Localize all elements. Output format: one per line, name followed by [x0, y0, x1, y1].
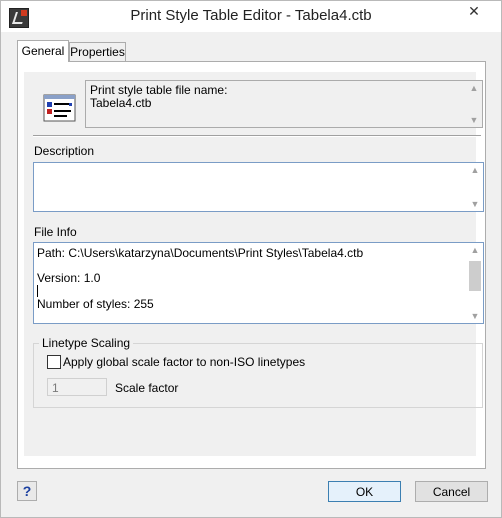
description-scrollbar[interactable]: ▲ ▼: [467, 163, 483, 211]
file-info-path: Path: C:\Users\katarzyna\Documents\Print…: [37, 246, 364, 260]
file-name-scrollbar[interactable]: ▲ ▼: [466, 81, 482, 127]
scale-factor-input[interactable]: 1: [47, 378, 107, 396]
text-cursor: [37, 285, 38, 297]
scrollbar-thumb[interactable]: [469, 261, 481, 291]
print-style-table-icon: [43, 94, 76, 122]
scroll-down-icon[interactable]: ▼: [467, 311, 483, 321]
linetype-scaling-label: Linetype Scaling: [39, 336, 134, 350]
scale-factor-label: Scale factor: [115, 381, 179, 395]
file-name-box: Print style table file name: Tabela4.ctb…: [85, 80, 483, 128]
window-title: Print Style Table Editor - Tabela4.ctb: [130, 7, 372, 24]
title-bar[interactable]: Print Style Table Editor - Tabela4.ctb ✕: [1, 1, 501, 32]
help-button[interactable]: ?: [17, 481, 37, 501]
apply-scale-label[interactable]: Apply global scale factor to non-ISO lin…: [63, 355, 305, 369]
file-info-label: File Info: [34, 225, 77, 239]
close-button[interactable]: ✕: [457, 1, 491, 21]
file-info-styles: Number of styles: 255: [37, 297, 154, 311]
file-info-field[interactable]: Path: C:\Users\katarzyna\Documents\Print…: [33, 242, 484, 324]
tab-general[interactable]: General: [17, 40, 69, 62]
separator: [33, 135, 481, 137]
scroll-up-icon[interactable]: ▲: [466, 83, 482, 93]
scroll-up-icon[interactable]: ▲: [467, 165, 483, 175]
linetype-scaling-group: [33, 343, 483, 408]
file-info-version: Version: 1.0: [37, 271, 101, 285]
description-label: Description: [34, 144, 95, 158]
scroll-up-icon[interactable]: ▲: [467, 245, 483, 255]
cancel-button[interactable]: Cancel: [415, 481, 488, 502]
scroll-down-icon[interactable]: ▼: [466, 115, 482, 125]
scroll-down-icon[interactable]: ▼: [467, 199, 483, 209]
file-info-scrollbar[interactable]: ▲ ▼: [467, 243, 483, 323]
apply-scale-checkbox[interactable]: [47, 355, 61, 369]
ok-button[interactable]: OK: [328, 481, 401, 502]
description-field[interactable]: ▲ ▼: [33, 162, 484, 212]
tab-properties[interactable]: Properties: [69, 42, 126, 61]
file-name-value: Tabela4.ctb: [90, 96, 152, 110]
dialog-window: Print Style Table Editor - Tabela4.ctb ✕…: [0, 0, 502, 518]
